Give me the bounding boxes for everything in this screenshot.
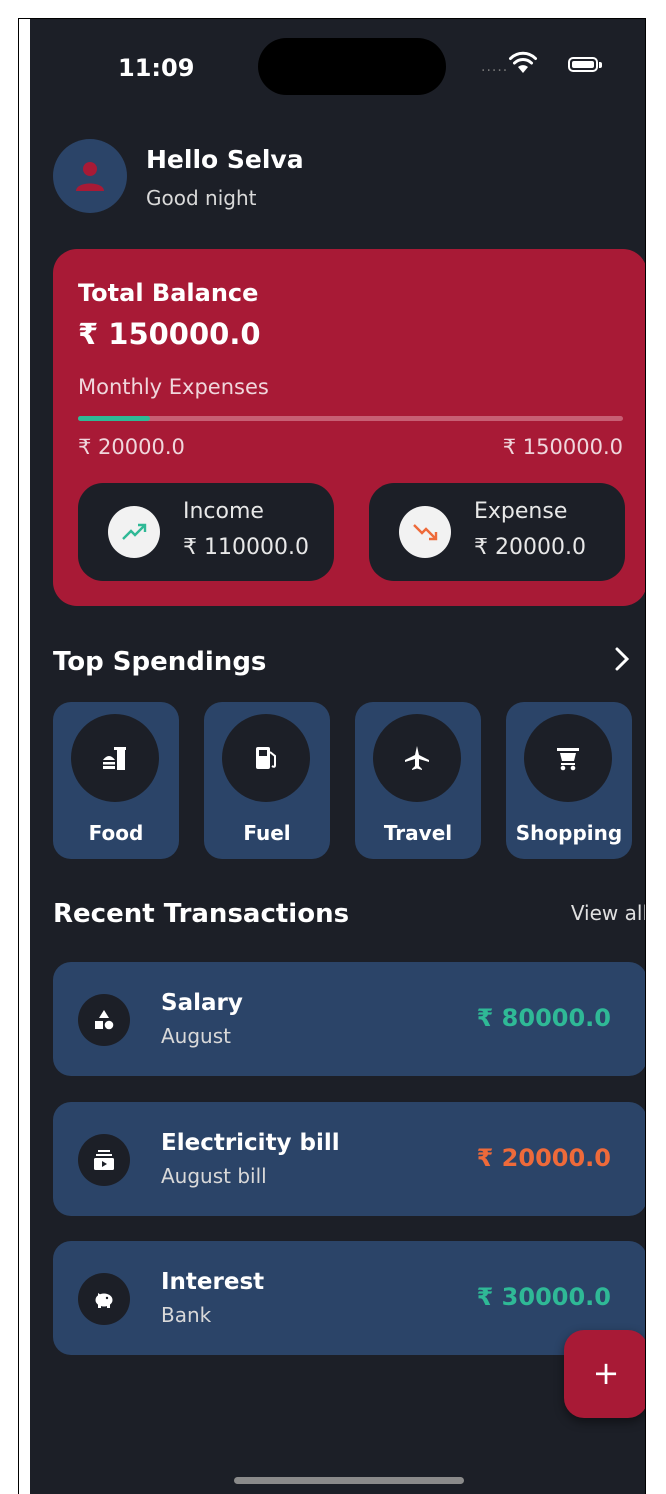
category-shapes-icon — [78, 994, 130, 1046]
expense-value: ₹ 20000.0 — [474, 535, 586, 560]
transaction-subtitle: August bill — [161, 1164, 267, 1188]
dynamic-island — [258, 38, 446, 95]
wifi-icon — [509, 51, 537, 73]
transaction-subtitle: Bank — [161, 1303, 212, 1327]
fuel-pump-icon — [222, 714, 310, 802]
limit-amount: ₹ 150000.0 — [502, 435, 623, 459]
avatar[interactable] — [53, 139, 127, 213]
category-fuel[interactable]: Fuel — [204, 702, 330, 859]
transaction-amount: ₹ 80000.0 — [476, 1004, 611, 1032]
signal-dots-icon: ..... — [481, 59, 509, 75]
view-all-link[interactable]: View all — [571, 901, 645, 925]
airplane-icon — [373, 714, 461, 802]
category-shopping[interactable]: Shopping — [506, 702, 632, 859]
person-icon — [76, 162, 104, 191]
transaction-name: Salary — [161, 990, 243, 1016]
shopping-cart-icon — [524, 714, 612, 802]
balance-card: Total Balance ₹ 150000.0 Monthly Expense… — [53, 249, 645, 606]
category-label: Food — [88, 821, 144, 845]
chevron-right-icon[interactable] — [615, 647, 629, 671]
category-label: Shopping — [515, 821, 623, 845]
transaction-name: Electricity bill — [161, 1130, 340, 1156]
transaction-row[interactable]: Interest Bank ₹ 30000.0 — [53, 1241, 645, 1355]
subscriptions-icon — [78, 1134, 130, 1186]
transaction-row[interactable]: Salary August ₹ 80000.0 — [53, 962, 645, 1076]
transaction-name: Interest — [161, 1269, 265, 1295]
transaction-row[interactable]: Electricity bill August bill ₹ 20000.0 — [53, 1102, 645, 1216]
fastfood-icon — [71, 714, 159, 802]
transaction-amount: ₹ 30000.0 — [476, 1283, 611, 1311]
trending-up-icon — [108, 506, 160, 558]
spent-amount: ₹ 20000.0 — [78, 435, 185, 459]
progress-fill — [78, 416, 151, 421]
total-balance-amount: ₹ 150000.0 — [78, 317, 261, 351]
category-label: Fuel — [243, 821, 291, 845]
category-food[interactable]: Food — [53, 702, 179, 859]
top-spendings-title: Top Spendings — [53, 647, 267, 677]
add-transaction-button[interactable]: + — [564, 1330, 645, 1418]
expense-label: Expense — [474, 499, 568, 524]
monthly-expenses-progress — [78, 416, 623, 421]
home-indicator[interactable] — [234, 1477, 464, 1484]
category-label: Travel — [383, 821, 453, 845]
total-balance-label: Total Balance — [78, 279, 259, 307]
income-pill[interactable]: Income ₹ 110000.0 — [78, 483, 334, 581]
transaction-amount: ₹ 20000.0 — [476, 1144, 611, 1172]
recent-transactions-title: Recent Transactions — [53, 899, 350, 929]
monthly-expenses-label: Monthly Expenses — [78, 375, 269, 399]
income-value: ₹ 110000.0 — [183, 535, 309, 560]
transaction-subtitle: August — [161, 1024, 231, 1048]
status-time: 11:09 — [118, 54, 195, 82]
trending-down-icon — [399, 506, 451, 558]
greeting-title: Hello Selva — [146, 145, 304, 174]
expense-pill[interactable]: Expense ₹ 20000.0 — [369, 483, 625, 581]
greeting-subtitle: Good night — [146, 186, 257, 210]
app-screen: 11:09 ..... Hello Selva Good night Total… — [30, 19, 645, 1494]
category-travel[interactable]: Travel — [355, 702, 481, 859]
battery-icon — [568, 57, 602, 72]
piggy-bank-icon — [78, 1273, 130, 1325]
income-label: Income — [183, 499, 264, 524]
